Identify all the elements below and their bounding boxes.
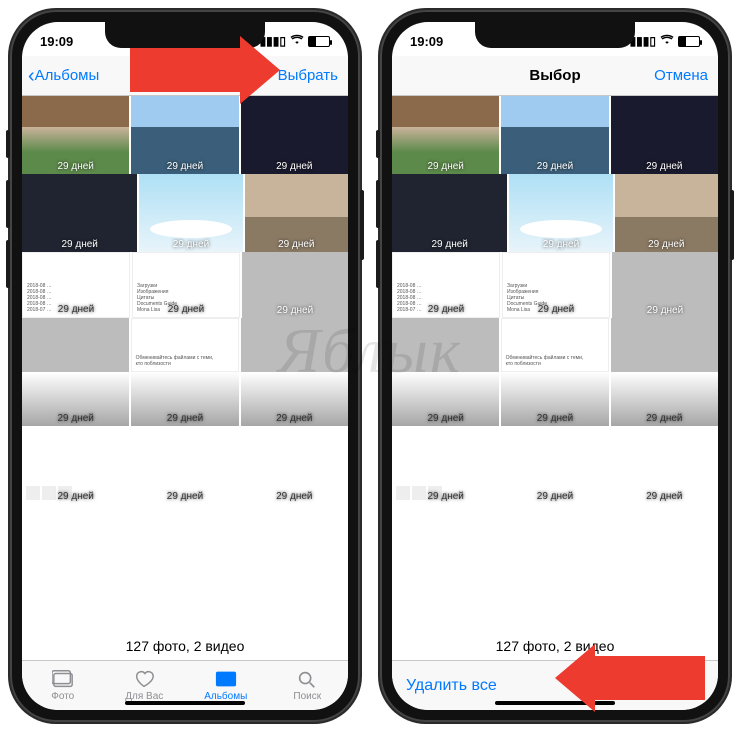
battery-icon — [308, 36, 330, 47]
status-icons: ▮▮▮▯ — [630, 34, 700, 48]
back-button[interactable]: ‹ Альбомы — [22, 66, 99, 86]
status-time: 19:09 — [410, 34, 443, 49]
thumb[interactable]: 29 дней — [392, 96, 499, 174]
thumb[interactable] — [392, 318, 499, 372]
tab-photos[interactable]: Фото — [22, 661, 104, 710]
thumb[interactable]: 29 дней — [131, 372, 238, 426]
thumb[interactable]: 29 дней — [509, 174, 612, 252]
thumb[interactable]: 29 дней — [611, 426, 718, 504]
tab-label: Поиск — [293, 691, 321, 702]
thumb[interactable]: 29 дней — [22, 96, 129, 174]
thumb[interactable]: 29 дней — [612, 252, 718, 318]
thumb[interactable]: 29 дней — [245, 174, 348, 252]
thumb[interactable]: 29 дней — [22, 426, 129, 504]
thumb[interactable] — [22, 318, 129, 372]
thumb[interactable]: 29 дней — [611, 96, 718, 174]
status-time: 19:09 — [40, 34, 73, 49]
notch — [475, 22, 635, 48]
back-label: Альбомы — [35, 67, 100, 84]
thumb[interactable]: 29 дней — [501, 426, 608, 504]
tab-label: Фото — [51, 691, 74, 702]
thumb[interactable]: 29 дней — [501, 372, 608, 426]
photos-icon — [52, 669, 74, 689]
thumb[interactable]: 2018-08 …2018-08 …2018-08 …2018-08 …2018… — [22, 252, 130, 318]
search-icon — [296, 669, 318, 689]
thumb[interactable]: 29 дней — [392, 372, 499, 426]
thumb[interactable]: 29 дней — [242, 252, 348, 318]
phone-left: 19:09 ▮▮▮▯ ‹ Альбомы Н Выбрать — [10, 10, 360, 722]
battery-icon — [678, 36, 700, 47]
thumb[interactable]: ЗагрузкиИзображенияЦитатыDocuments Guide… — [132, 252, 240, 318]
wifi-icon — [290, 34, 304, 48]
select-button[interactable]: Выбрать — [278, 67, 348, 84]
home-indicator[interactable] — [125, 701, 245, 705]
item-count: 127 фото, 2 видео — [22, 628, 348, 660]
thumb[interactable]: 29 дней — [615, 174, 718, 252]
thumb[interactable]: ЗагрузкиИзображенияЦитатыDocuments Guide… — [502, 252, 610, 318]
thumb[interactable]: 29 дней — [611, 372, 718, 426]
thumb[interactable]: 29 дней — [241, 426, 348, 504]
photo-grid[interactable]: 29 дней 29 дней 29 дней 29 дней 29 дней … — [22, 96, 348, 628]
annotation-arrow-delete — [555, 644, 705, 712]
chevron-left-icon: ‹ — [28, 66, 35, 86]
thumb[interactable]: 29 дней — [241, 372, 348, 426]
thumb[interactable]: 29 дней — [392, 426, 499, 504]
cancel-button[interactable]: Отмена — [654, 67, 718, 84]
thumb[interactable] — [611, 318, 718, 372]
thumb[interactable] — [241, 318, 348, 372]
thumb[interactable]: 29 дней — [139, 174, 242, 252]
thumb[interactable]: Обменивайтесь файлами с теми,кто поблизо… — [501, 318, 610, 372]
nav-bar: Выбор Отмена — [392, 56, 718, 96]
thumb[interactable]: 29 дней — [392, 174, 507, 252]
wifi-icon — [660, 34, 674, 48]
thumb[interactable]: 2018-08 …2018-08 …2018-08 …2018-08 …2018… — [392, 252, 500, 318]
thumb[interactable]: 29 дней — [22, 174, 137, 252]
thumb[interactable]: Обменивайтесь файлами с теми,кто поблизо… — [131, 318, 240, 372]
tab-search[interactable]: Поиск — [267, 661, 349, 710]
thumb[interactable]: 29 дней — [131, 426, 238, 504]
thumb[interactable]: 29 дней — [501, 96, 608, 174]
thumb[interactable]: 29 дней — [131, 96, 238, 174]
photo-grid[interactable]: 29 дней 29 дней 29 дней 29 дней 29 дней … — [392, 96, 718, 628]
annotation-arrow-select — [130, 36, 280, 104]
foryou-icon — [133, 669, 155, 689]
delete-all-button[interactable]: Удалить все — [406, 677, 497, 695]
phone-right: 19:09 ▮▮▮▯ Выбор Отмена 29 дней 29 дней … — [380, 10, 730, 722]
thumb[interactable]: 29 дней — [22, 372, 129, 426]
thumb[interactable]: 29 дней — [241, 96, 348, 174]
albums-icon — [215, 669, 237, 689]
